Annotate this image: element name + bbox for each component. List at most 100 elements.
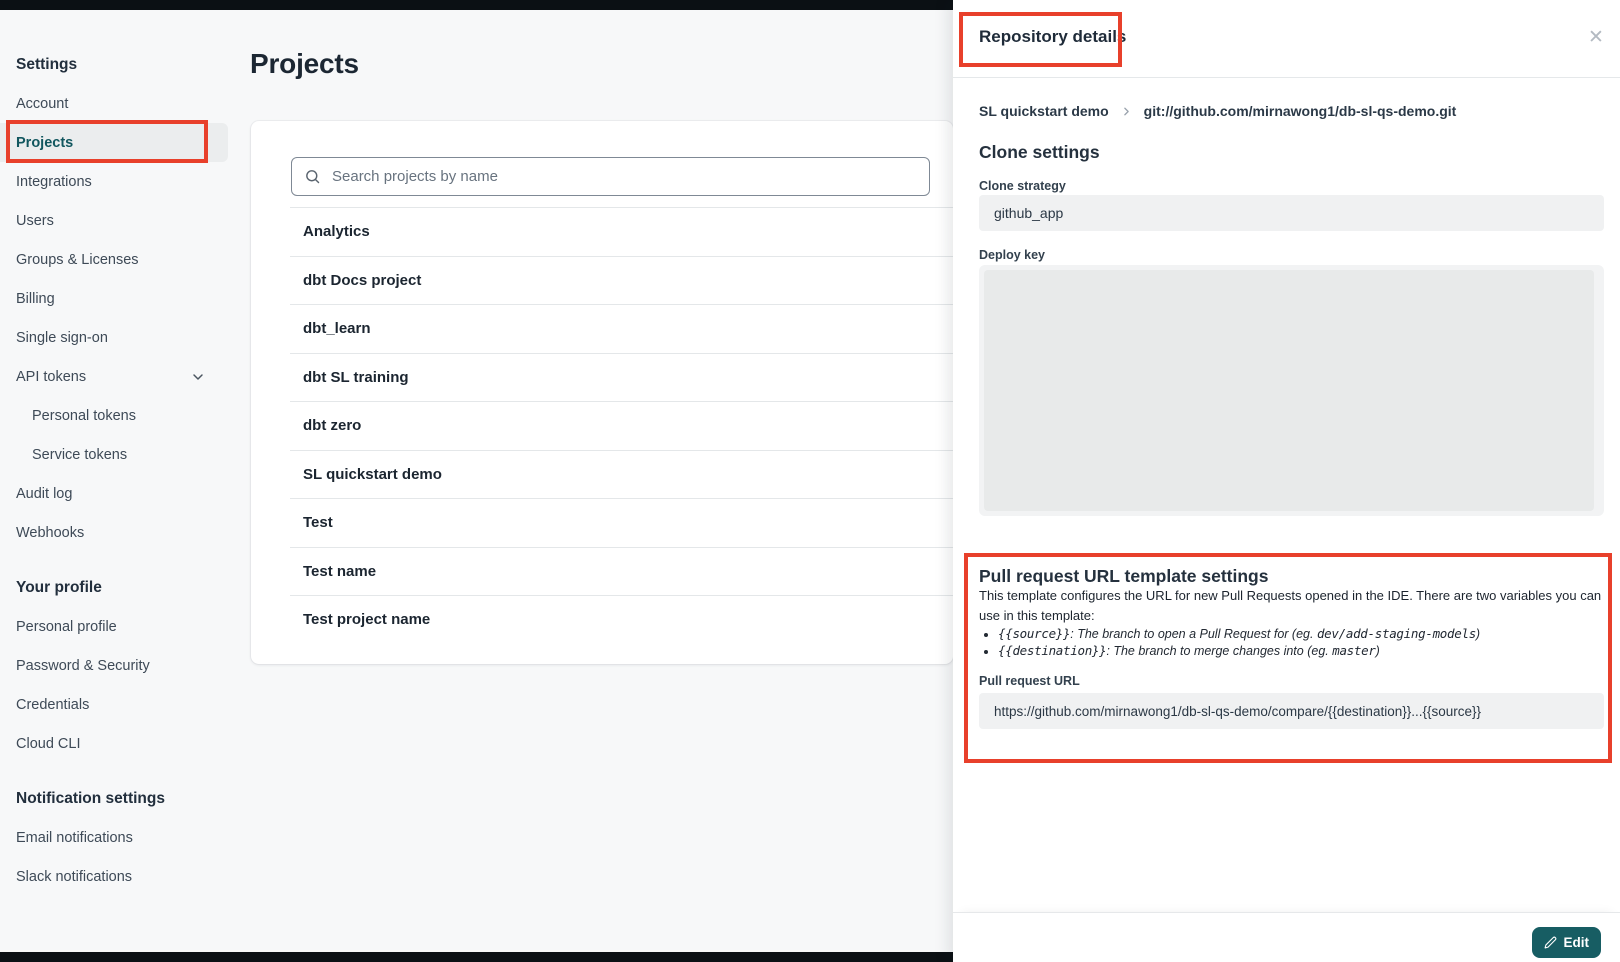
sidebar-item-users[interactable]: Users	[0, 201, 228, 240]
sidebar-item-personal-tokens[interactable]: Personal tokens	[0, 396, 228, 435]
clone-settings-heading: Clone settings	[979, 142, 1100, 163]
search-icon	[304, 168, 321, 185]
sidebar-item-groups-licenses[interactable]: Groups & Licenses	[0, 240, 228, 279]
project-name: Analytics	[303, 223, 370, 240]
close-icon: ✕	[1588, 27, 1604, 48]
edit-button[interactable]: Edit	[1532, 927, 1602, 958]
chevron-down-icon	[190, 369, 206, 385]
project-row[interactable]: dbt Docs project	[290, 256, 953, 305]
clone-strategy-label: Clone strategy	[979, 179, 1066, 193]
breadcrumb-repo: git://github.com/mirnawong1/db-sl-qs-dem…	[1144, 103, 1457, 119]
app-window: Settings Account Projects Integrations Users…	[0, 0, 1620, 962]
sidebar-item-label: Personal profile	[16, 619, 117, 635]
source-variable: {{source}}	[998, 626, 1070, 641]
sidebar-item-label: Webhooks	[16, 525, 84, 541]
sidebar-item-label: Users	[16, 213, 54, 229]
sidebar-item-label: Groups & Licenses	[16, 252, 139, 268]
project-name: Test project name	[303, 611, 430, 628]
close-button[interactable]: ✕	[1580, 22, 1612, 54]
sidebar-item-label: Cloud CLI	[16, 736, 80, 752]
sidebar-item-label: Account	[16, 96, 68, 112]
sidebar-section-heading: Your profile	[0, 569, 230, 607]
destination-variable: {{destination}}	[998, 643, 1106, 658]
sidebar-item-account[interactable]: Account	[0, 84, 228, 123]
sidebar-item-billing[interactable]: Billing	[0, 279, 228, 318]
project-row[interactable]: Test name	[290, 547, 953, 596]
sidebar-item-label: Email notifications	[16, 830, 133, 846]
deploy-key-label: Deploy key	[979, 248, 1045, 262]
sidebar-item-label: Projects	[16, 135, 73, 151]
sidebar-item-credentials[interactable]: Credentials	[0, 685, 228, 724]
edit-button-label: Edit	[1564, 935, 1590, 950]
pr-variable-destination: {{destination}}: The branch to merge cha…	[998, 643, 1480, 660]
sidebar-item-webhooks[interactable]: Webhooks	[0, 513, 228, 552]
sidebar-item-label: Slack notifications	[16, 869, 132, 885]
project-name: Test	[303, 514, 333, 531]
sidebar-item-password-security[interactable]: Password & Security	[0, 646, 228, 685]
top-chrome-strip	[0, 0, 953, 10]
source-example-code: dev/add-staging-models	[1317, 626, 1476, 641]
project-row[interactable]: Analytics	[290, 207, 953, 256]
panel-footer: Edit	[953, 912, 1620, 962]
chevron-right-icon	[1120, 105, 1133, 118]
breadcrumb-project: SL quickstart demo	[979, 103, 1109, 119]
search-input[interactable]	[330, 167, 917, 186]
pull-request-url-field: https://github.com/mirnawong1/db-sl-qs-d…	[979, 693, 1604, 729]
project-name: dbt SL training	[303, 369, 409, 386]
project-name: Test name	[303, 563, 376, 580]
sidebar-item-api-tokens[interactable]: API tokens	[0, 357, 228, 396]
sidebar-item-slack-notifications[interactable]: Slack notifications	[0, 857, 228, 896]
project-name: dbt zero	[303, 417, 361, 434]
sidebar-section-heading: Settings	[0, 46, 230, 84]
projects-card: Analytics dbt Docs project dbt_learndbt SL…	[251, 121, 953, 664]
sidebar-item-label: Personal tokens	[32, 408, 136, 424]
sidebar: Settings Account Projects Integrations Users…	[0, 46, 230, 896]
project-name: dbt_learn	[303, 320, 371, 337]
project-name: dbt Docs project	[303, 272, 421, 289]
sidebar-item-label: API tokens	[16, 369, 86, 385]
project-row[interactable]: dbt SL training	[290, 353, 953, 402]
sidebar-item-label: Single sign-on	[16, 330, 108, 346]
sidebar-item-label: Integrations	[16, 174, 92, 190]
destination-suffix: )	[1376, 644, 1380, 658]
search-projects-field[interactable]	[291, 157, 930, 196]
deploy-key-redacted-content	[984, 270, 1594, 511]
project-row[interactable]: SL quickstart demo	[290, 450, 953, 499]
sidebar-item-integrations[interactable]: Integrations	[0, 162, 228, 201]
project-list: Analytics dbt Docs project dbt_learndbt SL…	[290, 207, 953, 644]
project-row[interactable]: dbt_learn	[290, 304, 953, 353]
source-variable-description: : The branch to open a Pull Request for …	[1070, 627, 1317, 641]
sidebar-item-cloud-cli[interactable]: Cloud CLI	[0, 724, 228, 763]
destination-example-code: master	[1332, 643, 1375, 658]
project-row[interactable]: Test project name	[290, 595, 953, 644]
sidebar-item-service-tokens[interactable]: Service tokens	[0, 435, 228, 474]
sidebar-item-label: Billing	[16, 291, 55, 307]
sidebar-item-single-sign-on[interactable]: Single sign-on	[0, 318, 228, 357]
pull-request-url-value: https://github.com/mirnawong1/db-sl-qs-d…	[994, 704, 1481, 719]
deploy-key-field	[979, 265, 1604, 516]
sidebar-item-label: Password & Security	[16, 658, 150, 674]
page-title: Projects	[250, 48, 359, 80]
breadcrumb: SL quickstart demo git://github.com/mirn…	[979, 103, 1456, 119]
panel-header: Repository details ✕	[953, 0, 1620, 78]
sidebar-item-label: Credentials	[16, 697, 89, 713]
pr-template-variables: {{source}}: The branch to open a Pull Re…	[979, 626, 1480, 659]
clone-strategy-value: github_app	[994, 205, 1063, 221]
sidebar-item-audit-log[interactable]: Audit log	[0, 474, 228, 513]
sidebar-item-email-notifications[interactable]: Email notifications	[0, 818, 228, 857]
clone-strategy-field: github_app	[979, 195, 1604, 231]
sidebar-item-projects[interactable]: Projects	[0, 123, 228, 162]
project-name: SL quickstart demo	[303, 466, 442, 483]
project-row[interactable]: dbt zero	[290, 401, 953, 450]
pr-description-line: use in this template:	[979, 606, 1601, 626]
pr-description-line: This template configures the URL for new…	[979, 586, 1601, 606]
sidebar-item-personal-profile[interactable]: Personal profile	[0, 607, 228, 646]
sidebar-item-label: Service tokens	[32, 447, 127, 463]
repository-details-panel: Repository details ✕ SL quickstart demo …	[953, 0, 1620, 962]
project-row[interactable]: Test	[290, 498, 953, 547]
pencil-icon	[1544, 936, 1557, 949]
pr-template-description: This template configures the URL for new…	[979, 586, 1601, 625]
sidebar-item-label: Audit log	[16, 486, 72, 502]
bottom-chrome-strip	[0, 952, 953, 962]
panel-title: Repository details	[979, 27, 1126, 47]
